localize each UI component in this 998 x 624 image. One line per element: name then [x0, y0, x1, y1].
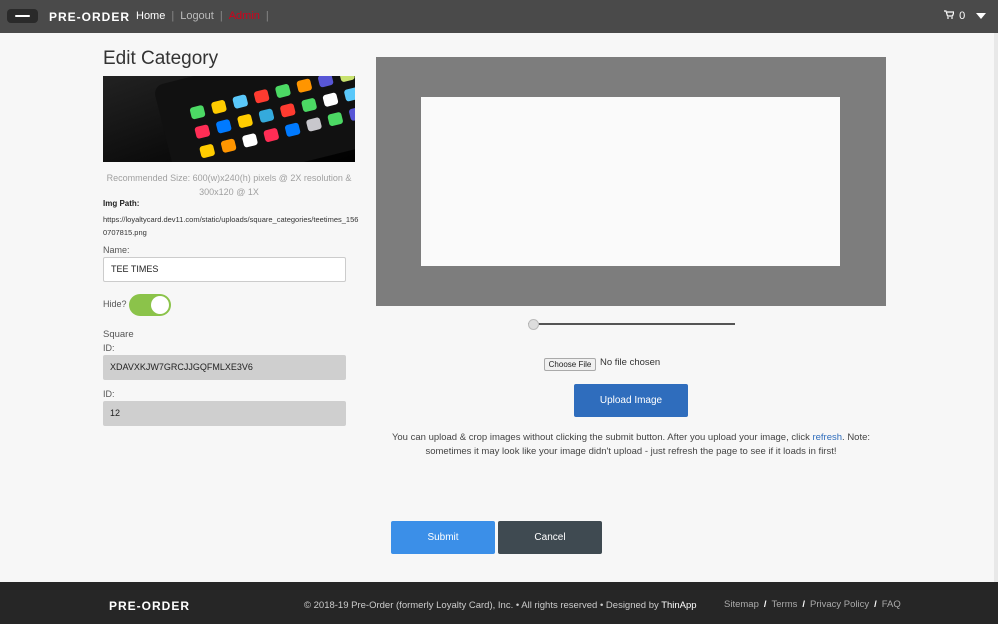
id-field: 12 — [103, 401, 346, 426]
footer-link-terms[interactable]: Terms — [772, 599, 798, 610]
cart-count: 0 — [959, 10, 966, 22]
upload-image-button[interactable]: Upload Image — [574, 384, 688, 417]
zoom-slider-track[interactable] — [528, 323, 735, 325]
square-id-label: ID: — [103, 343, 115, 353]
id-label: ID: — [103, 389, 115, 399]
choose-file-button[interactable]: Choose File — [544, 358, 596, 371]
cart-button[interactable]: 0 — [944, 10, 965, 22]
copyright-text: © 2018-19 Pre-Order (formerly Loyalty Ca… — [304, 600, 697, 611]
submit-button[interactable]: Submit — [391, 521, 495, 554]
zoom-slider-handle[interactable] — [528, 319, 539, 330]
designer-link[interactable]: ThinApp — [661, 600, 696, 611]
refresh-link[interactable]: refresh — [812, 432, 842, 443]
footer-separator: / — [763, 599, 767, 610]
name-input[interactable]: TEE TIMES — [103, 257, 346, 282]
image-crop-area[interactable] — [376, 57, 886, 306]
img-path-value: https://loyaltycard.dev11.com/static/upl… — [103, 215, 359, 237]
category-image — [103, 76, 355, 162]
square-id-field: XDAVXKJW7GRCJJGQFMLXE3V6 — [103, 355, 346, 380]
footer-links: Sitemap / Terms / Privacy Policy / FAQ — [724, 599, 901, 610]
cart-icon — [944, 10, 955, 19]
footer-link-faq[interactable]: FAQ — [882, 599, 901, 610]
recommended-size-hint: Recommended Size: 600(w)x240(h) pixels @… — [106, 173, 352, 197]
crop-selection-box[interactable] — [421, 97, 840, 266]
page-title: Edit Category — [103, 48, 219, 69]
footer-link-privacy[interactable]: Privacy Policy — [810, 599, 869, 610]
img-path-label: Img Path: — [103, 199, 140, 208]
footer-link-sitemap[interactable]: Sitemap — [724, 599, 759, 610]
footer-separator: / — [802, 599, 806, 610]
nav-separator: | — [219, 10, 223, 22]
hamburger-icon — [15, 15, 30, 17]
page-scrollbar[interactable] — [994, 33, 998, 582]
user-dropdown-caret-icon[interactable] — [976, 13, 986, 19]
site-footer: PRE-ORDER © 2018-19 Pre-Order (formerly … — [0, 582, 998, 624]
footer-separator: / — [874, 599, 877, 610]
hide-toggle[interactable] — [129, 294, 171, 316]
hide-label: Hide? — [103, 299, 127, 309]
name-label: Name: — [103, 245, 130, 255]
nav-logout-link[interactable]: Logout — [180, 10, 214, 22]
phone-picture — [152, 76, 355, 162]
main-nav: Home | Logout | Admin | — [136, 10, 275, 22]
brand-logo[interactable]: PRE-ORDER — [49, 10, 130, 24]
top-navbar: PRE-ORDER Home | Logout | Admin | 0 — [0, 0, 998, 33]
nav-separator: | — [265, 10, 269, 22]
nav-home-link[interactable]: Home — [136, 10, 165, 22]
file-status-text: No file chosen — [600, 357, 661, 368]
menu-toggle-button[interactable] — [7, 9, 38, 23]
nav-admin-link[interactable]: Admin — [229, 10, 260, 22]
upload-help-text: You can upload & crop images without cli… — [385, 431, 877, 459]
toggle-knob — [151, 296, 169, 314]
help-text-part: You can upload & crop images without cli… — [391, 432, 813, 443]
square-label: Square — [103, 329, 134, 340]
nav-separator: | — [171, 10, 175, 22]
copyright-notice: © 2018-19 Pre-Order (formerly Loyalty Ca… — [304, 600, 662, 611]
cancel-button[interactable]: Cancel — [498, 521, 602, 554]
footer-brand-logo[interactable]: PRE-ORDER — [109, 599, 190, 613]
